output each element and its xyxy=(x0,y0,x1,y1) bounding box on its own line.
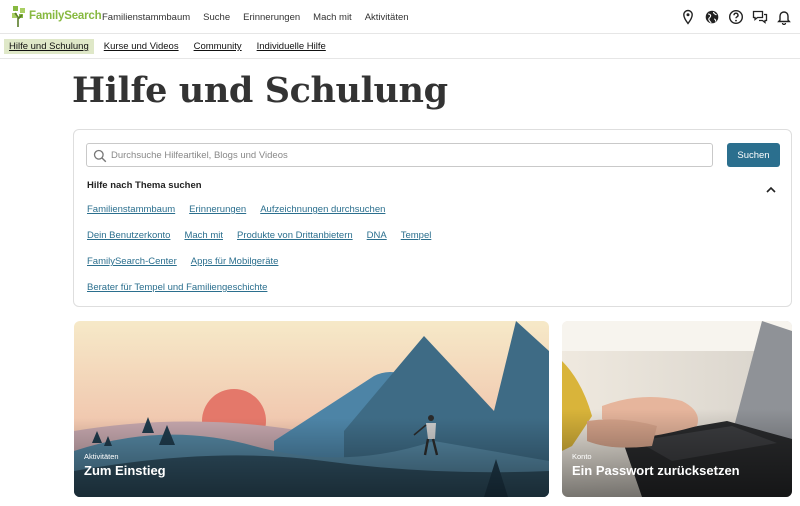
help-icon[interactable] xyxy=(728,9,744,25)
help-search-panel: Suchen Hilfe nach Thema suchen Familiens… xyxy=(73,129,792,307)
card-title: Zum Einstieg xyxy=(84,463,166,478)
search-button[interactable]: Suchen xyxy=(727,143,780,167)
topic-link-erinnerungen[interactable]: Erinnerungen xyxy=(189,204,246,215)
main-nav: Familienstammbaum Suche Erinnerungen Mac… xyxy=(102,0,422,34)
nav-item-erinnerungen[interactable]: Erinnerungen xyxy=(243,12,300,23)
card-eyebrow: Aktivitäten xyxy=(84,452,119,461)
tree-logo-icon xyxy=(12,6,25,27)
top-navigation-bar: FamilySearch Familienstammbaum Suche Eri… xyxy=(0,0,800,34)
search-icon xyxy=(93,148,107,163)
nav-item-mach-mit[interactable]: Mach mit xyxy=(313,12,352,23)
subnav-individuelle-hilfe[interactable]: Individuelle Hilfe xyxy=(252,39,331,54)
topic-row: FamilySearch-Center Apps für Mobilgeräte xyxy=(87,256,292,267)
topic-link-tempel[interactable]: Tempel xyxy=(401,230,432,241)
bell-icon[interactable] xyxy=(776,9,792,25)
topic-row: Berater für Tempel und Familiengeschicht… xyxy=(87,282,281,293)
card-title: Ein Passwort zurücksetzen xyxy=(572,463,740,478)
location-pin-icon[interactable] xyxy=(680,9,696,25)
globe-icon[interactable] xyxy=(704,9,720,25)
subnav-community[interactable]: Community xyxy=(189,39,247,54)
topic-link-dna[interactable]: DNA xyxy=(367,230,387,241)
nav-item-suche[interactable]: Suche xyxy=(203,12,230,23)
topic-link-mach-mit[interactable]: Mach mit xyxy=(184,230,223,241)
topic-link-drittanbieter[interactable]: Produkte von Drittanbietern xyxy=(237,230,353,241)
nav-item-aktivitaeten[interactable]: Aktivitäten xyxy=(365,12,409,23)
topic-link-berater[interactable]: Berater für Tempel und Familiengeschicht… xyxy=(87,282,267,293)
search-input[interactable] xyxy=(111,146,706,164)
page-title: Hilfe und Schulung xyxy=(72,70,448,111)
topic-row: Dein Benutzerkonto Mach mit Produkte von… xyxy=(87,230,445,241)
chevron-up-icon[interactable] xyxy=(765,180,777,193)
topic-link-benutzerkonto[interactable]: Dein Benutzerkonto xyxy=(87,230,170,241)
search-box xyxy=(86,143,713,167)
card-eyebrow: Konto xyxy=(572,452,592,461)
card-zum-einstieg[interactable]: Aktivitäten Zum Einstieg xyxy=(74,321,549,497)
topic-heading: Hilfe nach Thema suchen xyxy=(87,180,202,191)
subnav-kurse-und-videos[interactable]: Kurse und Videos xyxy=(99,39,184,54)
topic-link-familienstammbaum[interactable]: Familienstammbaum xyxy=(87,204,175,215)
topic-row: Familienstammbaum Erinnerungen Aufzeichn… xyxy=(87,204,399,215)
subnav-hilfe-und-schulung[interactable]: Hilfe und Schulung xyxy=(4,39,94,54)
familysearch-logo[interactable]: FamilySearch xyxy=(11,4,102,28)
header-icons xyxy=(672,9,792,25)
sub-navigation: Hilfe und Schulung Kurse und Videos Comm… xyxy=(0,34,800,59)
logo-text: FamilySearch xyxy=(29,10,102,22)
topic-link-familysearch-center[interactable]: FamilySearch-Center xyxy=(87,256,177,267)
card-passwort-zuruecksetzen[interactable]: Konto Ein Passwort zurücksetzen xyxy=(562,321,792,497)
topic-link-apps[interactable]: Apps für Mobilgeräte xyxy=(191,256,279,267)
chat-icon[interactable] xyxy=(752,9,768,25)
nav-item-familienstammbaum[interactable]: Familienstammbaum xyxy=(102,12,190,23)
topic-link-aufzeichnungen[interactable]: Aufzeichnungen durchsuchen xyxy=(260,204,385,215)
